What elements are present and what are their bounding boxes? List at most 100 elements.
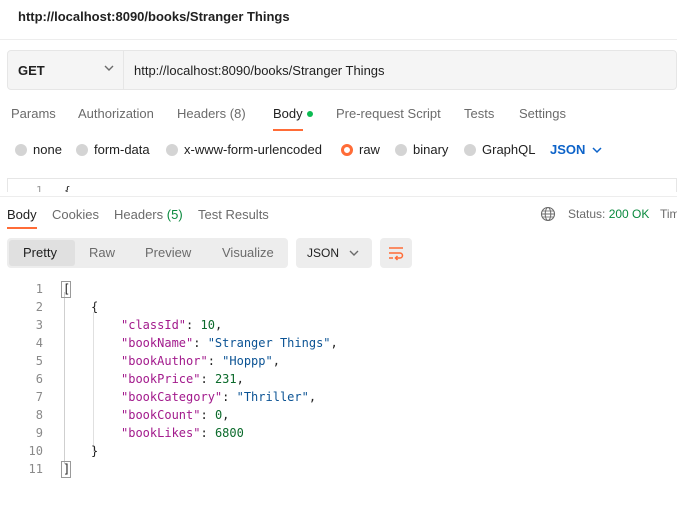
active-tab-indicator xyxy=(273,129,303,131)
radio-binary[interactable]: binary xyxy=(395,142,448,157)
json-comma: , xyxy=(272,354,280,368)
tab-headers-label: Headers xyxy=(177,106,227,121)
radio-graphql-label: GraphQL xyxy=(482,142,536,157)
json-comma: , xyxy=(214,318,223,332)
body-format-select[interactable]: JSON xyxy=(550,142,603,157)
bracket-match-highlight xyxy=(61,461,71,478)
json-key: "classId" xyxy=(121,318,187,332)
code-line: 7 "bookCategory": "Thriller", xyxy=(0,390,677,408)
pane-divider[interactable] xyxy=(0,196,677,197)
globe-icon[interactable] xyxy=(540,206,556,222)
code-line: 6 "bookPrice": 231, xyxy=(0,372,677,390)
tab-body-label: Body xyxy=(273,106,303,121)
code-line: 11] xyxy=(0,462,677,480)
tab-pre-request-script[interactable]: Pre-request Script xyxy=(336,106,441,121)
tab-headers-count: (8) xyxy=(229,106,246,121)
radio-urlencoded[interactable]: x-www-form-urlencoded xyxy=(166,142,322,157)
view-pretty[interactable]: Pretty xyxy=(23,245,57,260)
tab-response-body[interactable]: Body xyxy=(7,207,37,222)
status-value: 200 OK xyxy=(608,207,650,221)
code-line: 2{ xyxy=(0,300,677,318)
code-text: { xyxy=(91,300,99,314)
tab-headers[interactable]: Headers (8) xyxy=(177,106,246,121)
tab-params[interactable]: Params xyxy=(11,106,56,121)
line-number: 2 xyxy=(35,300,43,314)
line-number: 8 xyxy=(35,408,43,422)
tab-settings[interactable]: Settings xyxy=(519,106,566,121)
json-key: "bookName" xyxy=(121,336,194,350)
tab-cookies[interactable]: Cookies xyxy=(52,207,99,222)
code-text: } xyxy=(91,444,99,458)
json-comma: , xyxy=(222,408,230,422)
view-visualize[interactable]: Visualize xyxy=(222,245,274,260)
active-tab-indicator xyxy=(7,227,37,229)
radio-icon xyxy=(76,143,88,156)
radio-none[interactable]: none xyxy=(15,142,62,157)
code-line: 1[ xyxy=(0,282,677,300)
view-mode-selector: Pretty Raw Preview Visualize xyxy=(7,238,288,268)
json-value: "Stranger Things" xyxy=(207,336,331,350)
json-value: 6800 xyxy=(214,426,244,440)
chevron-down-icon xyxy=(592,147,602,153)
tab-body[interactable]: Body xyxy=(273,106,313,121)
line-number: 5 xyxy=(35,354,43,368)
tab-authorization[interactable]: Authorization xyxy=(78,106,154,121)
response-body-editor[interactable]: 1[ 2{ 3 "classId": 10, 4 "bookName": "Stra… xyxy=(0,280,677,480)
response-format-select[interactable]: JSON xyxy=(296,238,372,268)
radio-form-data-label: form-data xyxy=(94,142,150,157)
request-body-editor[interactable]: 1 { xyxy=(7,178,677,192)
status-text[interactable]: Status: 200 OK xyxy=(568,207,649,221)
code-line: 5 "bookAuthor": "Hoppp", xyxy=(0,354,677,372)
radio-graphql[interactable]: GraphQL xyxy=(464,142,535,157)
view-raw[interactable]: Raw xyxy=(89,245,115,260)
json-comma: , xyxy=(330,336,338,350)
json-value: 231 xyxy=(214,372,237,386)
tab-response-headers-count: (5) xyxy=(166,207,183,222)
code-line: 9 "bookLikes": 6800 xyxy=(0,426,677,444)
body-type-options: none form-data x-www-form-urlencoded raw… xyxy=(0,138,677,164)
line-number: 1 xyxy=(35,282,43,296)
code-line: 3 "classId": 10, xyxy=(0,318,677,336)
request-bar: GET http://localhost:8090/books/Stranger… xyxy=(7,50,677,90)
body-active-dot xyxy=(306,110,313,117)
line-number: 11 xyxy=(28,462,43,476)
radio-none-label: none xyxy=(33,142,62,157)
response-format-label: JSON xyxy=(307,246,340,260)
radio-urlencoded-label: x-www-form-urlencoded xyxy=(184,142,322,157)
wrap-lines-button[interactable] xyxy=(380,238,412,268)
body-format-label: JSON xyxy=(550,142,586,157)
json-value: "Hoppp" xyxy=(222,354,273,368)
tab-tests[interactable]: Tests xyxy=(464,106,494,121)
tab-response-headers-label: Headers xyxy=(114,207,164,222)
line-number: 10 xyxy=(28,444,43,458)
request-title: http://localhost:8090/books/Stranger Thi… xyxy=(18,9,290,24)
radio-form-data[interactable]: form-data xyxy=(76,142,150,157)
wrap-lines-icon xyxy=(389,247,404,261)
radio-raw-label: raw xyxy=(359,142,380,157)
view-preview[interactable]: Preview xyxy=(145,245,191,260)
code-line: 10} xyxy=(0,444,677,462)
title-bar: http://localhost:8090/books/Stranger Thi… xyxy=(0,0,677,40)
chevron-down-icon xyxy=(104,65,114,71)
code-line: 8 "bookCount": 0, xyxy=(0,408,677,426)
line-number: 4 xyxy=(35,336,43,350)
time-label[interactable]: Tim xyxy=(660,207,677,221)
json-key: "bookLikes" xyxy=(121,426,201,440)
method-select[interactable]: GET xyxy=(8,51,124,89)
code-line: { xyxy=(64,184,71,192)
radio-binary-label: binary xyxy=(413,142,449,157)
line-number: 7 xyxy=(35,390,43,404)
radio-icon xyxy=(395,143,407,156)
json-key: "bookAuthor" xyxy=(121,354,208,368)
url-input[interactable]: http://localhost:8090/books/Stranger Thi… xyxy=(134,63,385,78)
bracket-match-highlight xyxy=(61,281,71,298)
tab-response-headers[interactable]: Headers (5) xyxy=(114,207,183,222)
line-number: 1 xyxy=(36,184,43,192)
json-value: "Thriller" xyxy=(236,390,309,404)
radio-raw[interactable]: raw xyxy=(341,142,380,157)
chevron-down-icon xyxy=(349,250,359,256)
method-label: GET xyxy=(18,63,45,78)
status-label: Status: xyxy=(568,207,606,221)
json-comma: , xyxy=(308,390,317,404)
tab-test-results[interactable]: Test Results xyxy=(198,207,269,222)
